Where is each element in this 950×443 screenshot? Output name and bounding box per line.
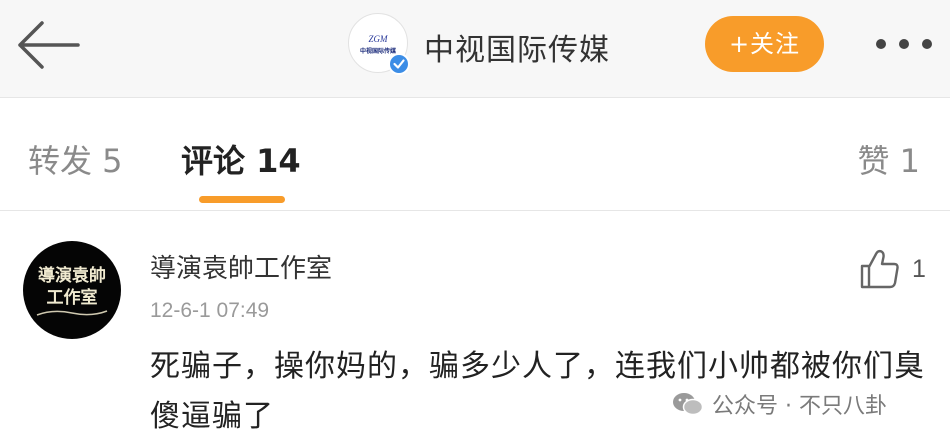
tab-comments[interactable]: 评论 14	[181, 136, 301, 182]
avatar-text-line2: 工作室	[47, 287, 98, 308]
back-arrow-icon	[18, 21, 80, 69]
more-dot-icon	[876, 39, 886, 49]
divider	[0, 210, 950, 211]
tab-repost[interactable]: 转发 5	[28, 136, 123, 182]
tab-likes[interactable]: 赞 1	[857, 136, 920, 182]
follow-button[interactable]: +关注	[705, 16, 824, 72]
wechat-icon	[672, 391, 704, 423]
account-name[interactable]: 中视国际传媒	[424, 25, 610, 69]
comment-like-count: 1	[912, 255, 926, 283]
watermark-text: 公众号 · 不只八卦	[712, 394, 887, 419]
more-dot-icon	[899, 39, 909, 49]
more-options-button[interactable]	[872, 34, 936, 54]
back-button[interactable]	[14, 18, 82, 72]
tab-bar: 转发 5 评论 14 赞 1	[0, 98, 950, 210]
avatar-text-line1: 導演袁帥	[38, 265, 106, 286]
commenter-username[interactable]: 導演袁帥工作室	[150, 248, 332, 285]
comment-timestamp: 12-6-1 07:49	[150, 299, 270, 322]
comment-like-button[interactable]	[858, 247, 942, 291]
avatar-logo-text: ZGM	[368, 34, 388, 44]
verified-badge-icon	[388, 53, 410, 75]
top-bar: ZGM 中视国际传媒 中视国际传媒 +关注	[0, 0, 950, 98]
more-dot-icon	[922, 39, 932, 49]
active-tab-indicator	[199, 196, 285, 203]
commenter-avatar[interactable]: 導演袁帥 工作室	[23, 241, 121, 339]
watermark: 公众号 · 不只八卦	[672, 388, 887, 420]
thumbs-up-icon	[860, 249, 899, 289]
avatar-logo-subtext: 中视国际传媒	[360, 47, 397, 55]
